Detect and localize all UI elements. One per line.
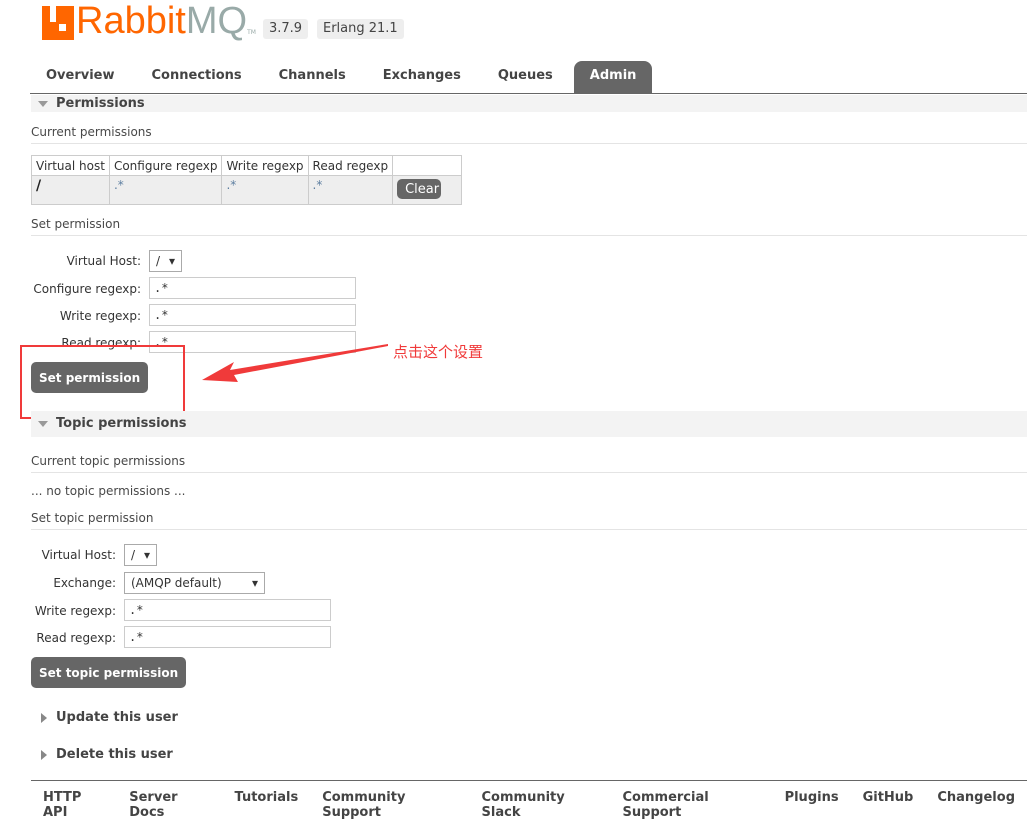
main-tabs: Overview Connections Channels Exchanges … (30, 61, 1027, 94)
tab-overview[interactable]: Overview (30, 61, 131, 93)
footer-link-community-support[interactable]: Community Support (322, 790, 457, 820)
exchange-select[interactable]: (AMQP default) ▾ (124, 572, 265, 594)
no-topic-permissions-text: ... no topic permissions ... (31, 484, 186, 498)
dropdown-arrow-icon: ▾ (168, 254, 175, 268)
annotation-text: 点击这个设置 (393, 343, 484, 361)
topic-permissions-section-header[interactable]: Topic permissions (31, 411, 1027, 437)
write-cell: .* (221, 175, 309, 205)
expand-triangle-icon (41, 713, 47, 723)
tab-channels[interactable]: Channels (263, 61, 362, 93)
read-cell: .* (307, 175, 394, 205)
column-header: Virtual host (31, 155, 110, 176)
permissions-section-header[interactable]: Permissions (31, 95, 1027, 112)
footer-link-plugins[interactable]: Plugins (785, 790, 839, 820)
vhost-cell: / (31, 175, 110, 205)
permissions-table: Virtual host Configure regexp Write rege… (31, 155, 463, 205)
rabbitmq-logo: Rabbit MQ TM (42, 0, 256, 40)
vhost-select[interactable]: / ▾ (149, 250, 182, 272)
topic-write-regexp-input[interactable]: .* (124, 599, 331, 621)
dropdown-arrow-icon: ▾ (251, 576, 258, 590)
set-permission-heading: Set permission (31, 217, 1027, 236)
topic-vhost-select[interactable]: / ▾ (124, 544, 157, 566)
tab-connections[interactable]: Connections (136, 61, 258, 93)
footer-link-server-docs[interactable]: Server Docs (129, 790, 210, 820)
version-badge: 3.7.9 (263, 19, 309, 39)
tab-queues[interactable]: Queues (482, 61, 569, 93)
dropdown-arrow-icon: ▾ (143, 548, 150, 562)
rabbit-logo-icon (42, 6, 74, 40)
expand-triangle-icon (41, 750, 47, 760)
collapse-triangle-icon (38, 101, 48, 107)
footer-link-github[interactable]: GitHub (863, 790, 914, 820)
configure-regexp-input[interactable]: .* (149, 277, 356, 299)
update-user-section-header[interactable]: Update this user (31, 705, 1027, 731)
topic-read-regexp-input[interactable]: .* (124, 626, 331, 648)
footer-link-community-slack[interactable]: Community Slack (482, 790, 599, 820)
footer-link-tutorials[interactable]: Tutorials (235, 790, 299, 820)
collapse-triangle-icon (38, 421, 48, 427)
annotation-arrow-icon (202, 344, 388, 382)
set-topic-permission-button[interactable]: Set topic permission (31, 657, 187, 688)
clear-button[interactable]: Clear (397, 179, 442, 199)
permissions-section-title: Permissions (56, 96, 145, 111)
tab-admin[interactable]: Admin (573, 61, 653, 93)
footer-link-commercial-support[interactable]: Commercial Support (623, 790, 761, 820)
column-header: Configure regexp (108, 155, 223, 176)
erlang-badge: Erlang 21.1 (317, 19, 404, 39)
footer-links: HTTP API Server Docs Tutorials Community… (31, 780, 1027, 820)
table-row: / .* .* .* Clear (31, 175, 463, 205)
configure-cell: .* (108, 175, 223, 205)
column-header: Write regexp (221, 155, 309, 176)
current-permissions-heading: Current permissions (31, 125, 1027, 144)
write-regexp-input[interactable]: .* (149, 304, 356, 326)
footer-link-changelog[interactable]: Changelog (937, 790, 1015, 820)
annotation-highlight-box (20, 345, 185, 419)
footer-link-http-api[interactable]: HTTP API (43, 790, 105, 820)
set-topic-permission-heading: Set topic permission (31, 511, 1027, 530)
current-topic-permissions-heading: Current topic permissions (31, 454, 1027, 473)
column-header: Read regexp (307, 155, 394, 176)
tab-exchanges[interactable]: Exchanges (367, 61, 477, 93)
delete-user-section-header[interactable]: Delete this user (31, 742, 1027, 768)
